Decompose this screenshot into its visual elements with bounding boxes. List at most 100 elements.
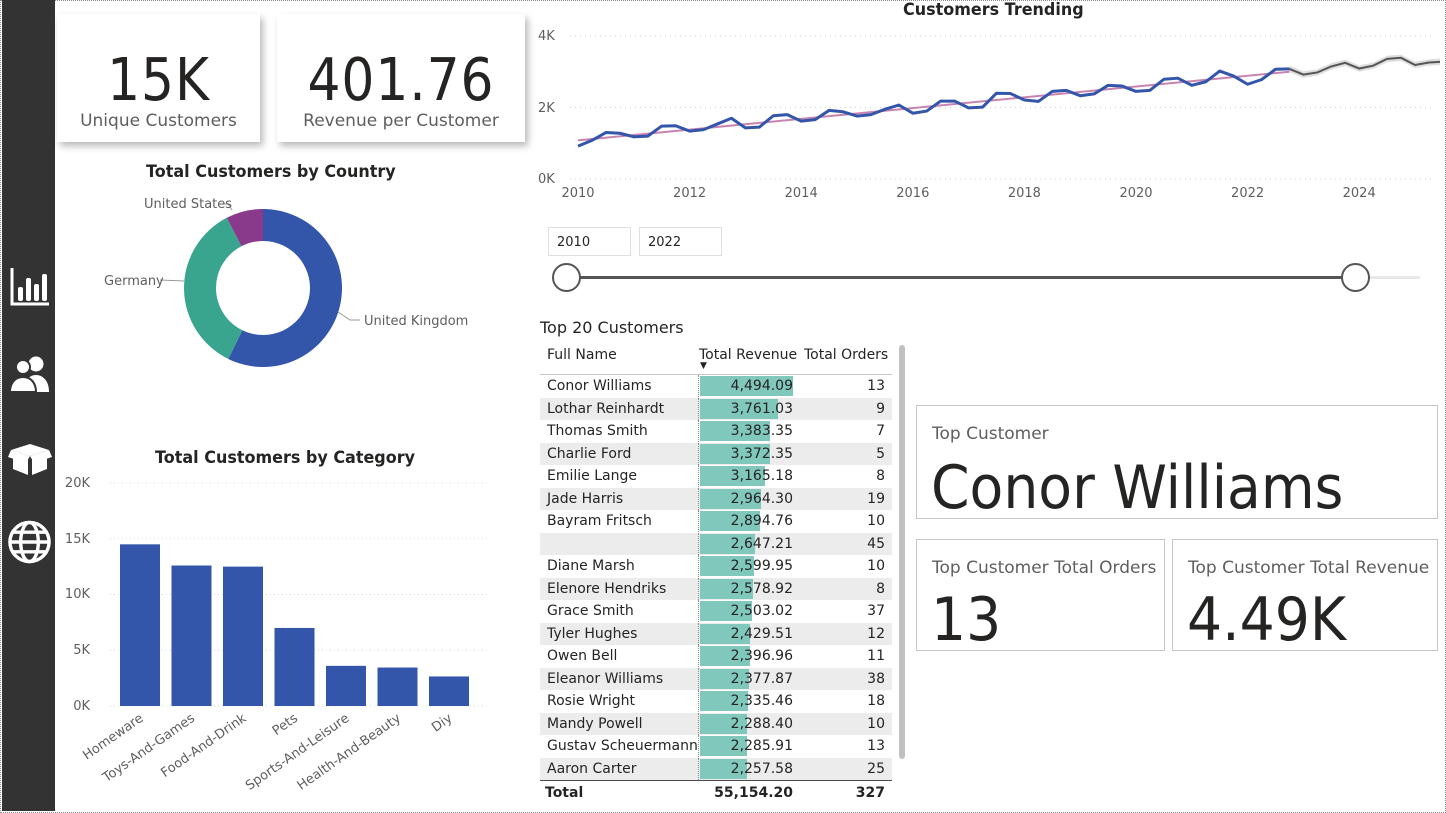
ytick-0k: 0K <box>73 699 90 714</box>
category-chart-title: Total Customers by Category <box>155 448 416 468</box>
table-title: Top 20 Customers <box>540 318 684 337</box>
cell-full-name: Grace Smith <box>547 603 634 619</box>
table-row[interactable]: Conor Williams 4,494.09 13 <box>540 375 892 398</box>
unique-customers-card: 15K Unique Customers <box>57 14 260 142</box>
cell-total-revenue: 2,285.91 <box>730 738 793 754</box>
bar-diy[interactable] <box>429 676 469 706</box>
cell-total-revenue: 4,494.09 <box>730 378 793 394</box>
revenue-per-customer-value: 401.76 <box>307 45 495 114</box>
cell-full-name: Emilie Lange <box>547 468 637 484</box>
table-row[interactable]: Bayram Fritsch 2,894.76 10 <box>540 510 892 533</box>
bar-sports-and-leisure[interactable] <box>326 665 366 706</box>
donut-slice-germany[interactable] <box>183 217 243 359</box>
slider-end-handle[interactable] <box>1341 263 1370 292</box>
table-row[interactable]: Thomas Smith 3,383.35 7 <box>540 420 892 443</box>
table-row[interactable]: Mandy Powell 2,288.40 10 <box>540 712 892 735</box>
xtick-label: Pets <box>270 711 301 739</box>
table-row[interactable]: Aaron Carter 2,257.58 25 <box>540 757 892 780</box>
cell-full-name: Bayram Fritsch <box>547 513 652 529</box>
unique-customers-value: 15K <box>107 45 210 114</box>
table-row[interactable]: Tyler Hughes 2,429.51 12 <box>540 622 892 645</box>
column-divider <box>698 757 699 780</box>
table-row[interactable]: Lothar Reinhardt 3,761.03 9 <box>540 397 892 420</box>
cell-total-orders: 37 <box>867 603 885 619</box>
chart-icon[interactable] <box>7 263 52 309</box>
total-orders: 327 <box>855 785 885 801</box>
cell-total-revenue: 2,377.87 <box>730 670 793 687</box>
country-donut-chart: United States Germany United Kingdom <box>104 197 468 367</box>
cell-total-revenue: 3,761.03 <box>730 400 793 417</box>
cell-total-orders: 10 <box>867 513 885 529</box>
xtick-label: Diy <box>429 711 455 736</box>
header-total-revenue[interactable]: Total Revenue <box>699 347 797 363</box>
cell-full-name: Jade Harris <box>547 490 624 507</box>
cell-total-orders: 18 <box>867 693 885 709</box>
table-row[interactable]: Elenore Hendriks 2,578.92 8 <box>540 577 892 600</box>
cell-full-name: Aaron Carter <box>547 760 637 777</box>
trend-gridlines <box>570 35 1435 180</box>
bar-health-and-beauty[interactable] <box>377 667 418 706</box>
customers-line[interactable] <box>577 67 1290 148</box>
table-body: Conor Williams 4,494.09 13 Lothar Reinhardt… <box>540 375 892 780</box>
total-label: Total <box>545 785 584 801</box>
table-row[interactable]: Gustav Scheuermann 2,285.91 13 <box>540 735 892 758</box>
bar-homeware[interactable] <box>120 544 160 706</box>
table-row[interactable]: Eleanor Williams 2,377.87 38 <box>540 667 892 690</box>
table-row[interactable]: Owen Bell 2,396.96 11 <box>540 645 892 668</box>
revenue-per-customer-label: Revenue per Customer <box>303 111 499 131</box>
cell-full-name: Mandy Powell <box>547 715 643 732</box>
column-divider <box>698 735 699 757</box>
slider-range <box>566 276 1356 279</box>
cell-total-revenue: 3,165.18 <box>730 468 793 484</box>
cell-full-name: Diane Marsh <box>547 558 635 574</box>
cell-total-revenue: 3,383.35 <box>730 423 793 439</box>
globe-icon[interactable] <box>7 519 52 565</box>
top-customer-orders-label: Top Customer Total Orders <box>932 558 1157 578</box>
table-row[interactable]: Charlie Ford 3,372.35 5 <box>540 442 892 465</box>
ytick-10k: 10K <box>65 587 91 602</box>
table-row[interactable]: Jade Harris 2,964.30 19 <box>540 487 892 510</box>
table-row[interactable]: Grace Smith 2,503.02 37 <box>540 600 892 623</box>
total-revenue: 55,154.20 <box>714 785 793 801</box>
navigation-sidebar <box>2 0 55 811</box>
top-customer-orders-card: Top Customer Total Orders 13 <box>916 539 1165 651</box>
top-customer-value: Conor Williams <box>931 453 1344 523</box>
slider-end-input[interactable]: 2022 <box>639 227 722 256</box>
column-divider <box>698 375 699 397</box>
bar-pets[interactable] <box>274 627 315 706</box>
label-united-kingdom: United Kingdom <box>364 314 468 329</box>
header-total-orders[interactable]: Total Orders <box>804 347 888 363</box>
cell-total-orders: 10 <box>867 715 885 732</box>
box-icon[interactable] <box>7 435 52 481</box>
top-customer-orders-value: 13 <box>931 585 1002 655</box>
cell-total-orders: 8 <box>876 580 885 597</box>
cell-full-name: Thomas Smith <box>547 423 648 439</box>
header-full-name[interactable]: Full Name <box>547 347 617 363</box>
cell-full-name: Elenore Hendriks <box>547 580 667 597</box>
table-row[interactable]: Emilie Lange 3,165.18 8 <box>540 465 892 488</box>
table-total-row: Total 55,154.20 327 <box>540 780 892 804</box>
bar-food-and-drink[interactable] <box>223 566 263 706</box>
table-row[interactable]: Rosie Wright 2,335.46 18 <box>540 690 892 713</box>
users-icon[interactable] <box>7 351 52 397</box>
cell-total-revenue: 3,372.35 <box>730 445 793 462</box>
table-row[interactable]: Diane Marsh 2,599.95 10 <box>540 555 892 578</box>
category-bar-chart: 20K 15K 10K 5K 0K HomewareToys-And-Games… <box>65 476 488 794</box>
cell-total-revenue: 2,396.96 <box>730 648 793 664</box>
cell-full-name: Rosie Wright <box>547 693 636 709</box>
table-scrollbar[interactable] <box>899 345 905 759</box>
slider-start-handle[interactable] <box>552 263 581 292</box>
xtick-label: 2012 <box>673 186 706 201</box>
bar-toys-and-games[interactable] <box>171 565 212 706</box>
cell-full-name: Tyler Hughes <box>547 625 638 642</box>
slider-start-input[interactable]: 2010 <box>548 227 631 256</box>
xtick-label: Toys-And-Games <box>99 711 198 786</box>
top-customer-card: Top Customer Conor Williams <box>916 405 1438 519</box>
trend-xticks: 2010 2012 2014 2016 2018 2020 2022 2024 <box>561 186 1375 201</box>
xtick-label: 2016 <box>896 186 929 201</box>
table-row[interactable]: 2,647.21 45 <box>540 532 892 555</box>
column-divider <box>698 645 699 667</box>
ytick-20k: 20K <box>65 476 91 491</box>
cell-full-name: Gustav Scheuermann <box>547 738 698 754</box>
xtick-label: 2018 <box>1008 186 1041 201</box>
